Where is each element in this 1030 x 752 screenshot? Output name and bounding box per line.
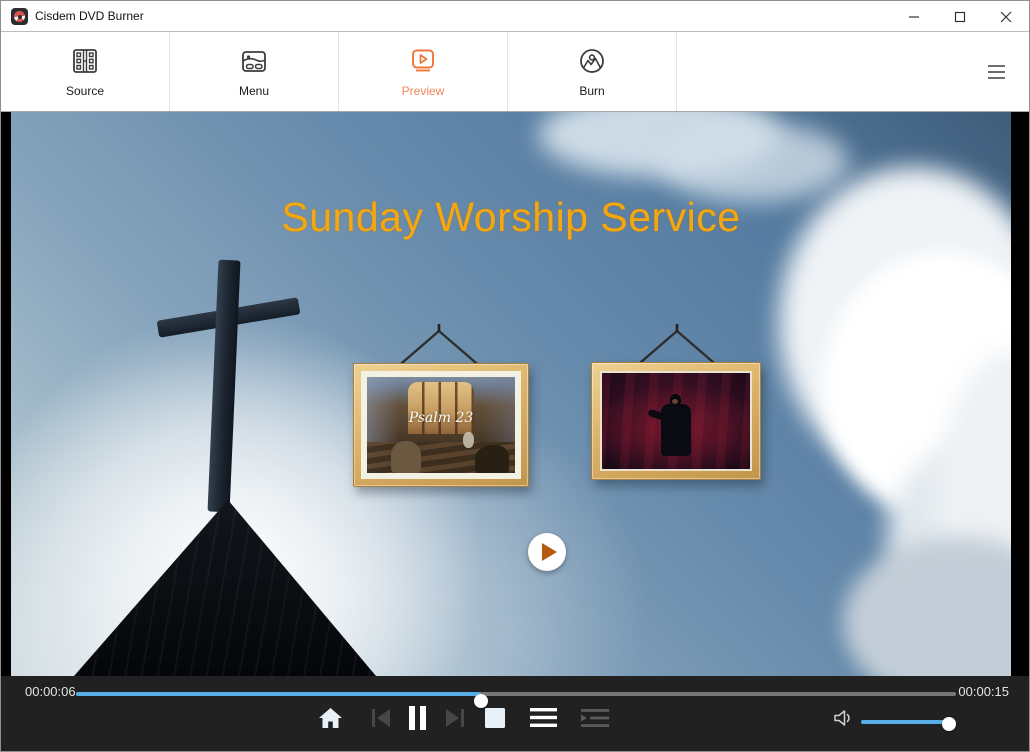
pause-icon xyxy=(407,706,428,730)
tab-preview-label: Preview xyxy=(402,84,445,98)
stop-icon xyxy=(485,708,505,728)
home-icon xyxy=(318,706,343,730)
menu-template-icon xyxy=(238,45,270,77)
seek-slider[interactable] xyxy=(76,688,956,700)
close-icon xyxy=(1000,11,1012,23)
chapter-list-icon xyxy=(580,709,609,727)
more-menu-button[interactable] xyxy=(988,65,1005,79)
pause-button[interactable] xyxy=(407,706,428,730)
preview-player-icon xyxy=(407,45,439,77)
window-controls xyxy=(891,1,1029,32)
stop-button[interactable] xyxy=(485,708,505,728)
tab-menu-label: Menu xyxy=(239,84,269,98)
volume-slider[interactable] xyxy=(861,716,956,728)
volume-level xyxy=(861,720,949,724)
chapter-list-button[interactable] xyxy=(580,709,609,727)
seek-progress xyxy=(76,692,481,696)
maximize-icon xyxy=(954,11,966,23)
preacher-silhouette xyxy=(661,404,691,456)
window-title: Cisdem DVD Burner xyxy=(35,1,144,32)
tab-source[interactable]: Source xyxy=(1,32,170,111)
playback-controls: 00:00:06 00:00:15 xyxy=(1,676,1029,752)
video-thumbnail-1[interactable]: Psalm 23 xyxy=(353,363,529,487)
minimize-icon xyxy=(908,11,920,23)
current-time: 00:00:06 xyxy=(25,684,76,699)
seek-thumb[interactable] xyxy=(474,694,488,708)
play-icon xyxy=(542,543,557,561)
dvd-disc-icon xyxy=(14,11,25,22)
play-button[interactable] xyxy=(528,533,566,571)
burn-disc-icon xyxy=(576,45,608,77)
toolbar: Source Menu Preview xyxy=(1,32,1029,112)
thumbnail-mat: Psalm 23 xyxy=(361,371,521,479)
tab-burn-label: Burn xyxy=(579,84,604,98)
dvd-menu-scene: Sunday Worship Service xyxy=(11,112,1011,676)
tab-source-label: Source xyxy=(66,84,104,98)
thumbnail-1-image: Psalm 23 xyxy=(367,377,515,473)
minimize-button[interactable] xyxy=(891,1,937,32)
app-window: Cisdem DVD Burner xyxy=(0,0,1030,752)
maximize-button[interactable] xyxy=(937,1,983,32)
video-preview-area: Sunday Worship Service xyxy=(1,112,1029,676)
total-time: 00:00:15 xyxy=(958,684,1009,699)
tab-menu[interactable]: Menu xyxy=(170,32,339,111)
speaker-icon xyxy=(833,709,853,727)
hamburger-icon xyxy=(988,65,1005,67)
volume-thumb[interactable] xyxy=(942,717,956,731)
menu-list-icon xyxy=(530,708,557,727)
title-bar: Cisdem DVD Burner xyxy=(1,1,1029,32)
next-button[interactable] xyxy=(444,709,466,727)
close-button[interactable] xyxy=(983,1,1029,32)
tab-preview[interactable]: Preview xyxy=(339,32,508,111)
thumbnail-1-title-text: Psalm 23 xyxy=(367,410,515,426)
thumbnail-2-image xyxy=(600,371,752,471)
home-button[interactable] xyxy=(318,706,343,730)
tab-burn[interactable]: Burn xyxy=(508,32,677,111)
title-menu-button[interactable] xyxy=(530,708,557,727)
previous-icon xyxy=(370,709,392,727)
film-strip-icon xyxy=(69,45,101,77)
app-icon xyxy=(11,8,28,25)
volume-button[interactable] xyxy=(833,709,853,727)
video-thumbnail-2[interactable] xyxy=(591,362,761,480)
previous-button[interactable] xyxy=(370,709,392,727)
next-icon xyxy=(444,709,466,727)
